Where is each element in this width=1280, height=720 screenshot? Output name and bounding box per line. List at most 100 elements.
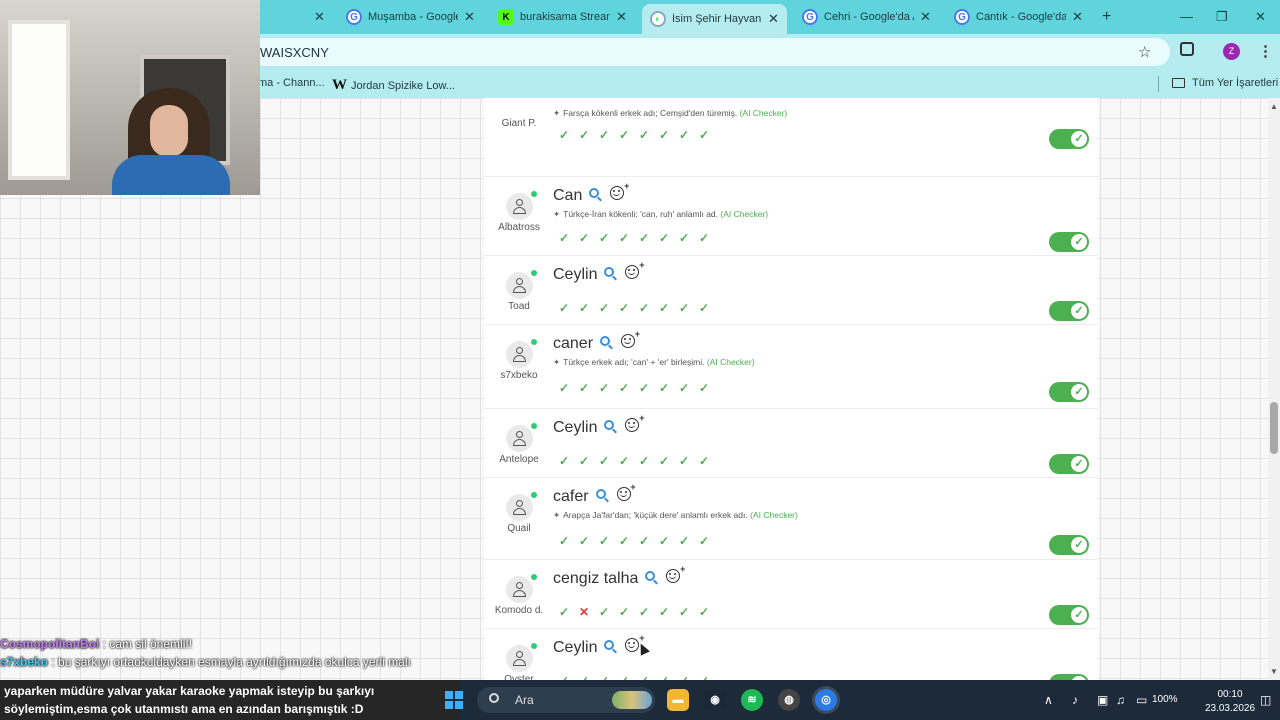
player-name: Giant P. <box>501 118 537 129</box>
add-reaction-icon[interactable]: + <box>616 482 636 501</box>
show-hidden-icons-icon[interactable]: ∧ <box>1044 693 1053 707</box>
tab-title: burakisama Stream - Kick <box>520 11 610 23</box>
ai-note-text: Arapça Ja'far'dan; 'küçük dere' anlamlı … <box>563 510 748 520</box>
answer-text: cafer <box>553 488 589 505</box>
add-reaction-icon[interactable]: + <box>621 329 640 348</box>
player-name: Antelope <box>499 454 539 465</box>
add-reaction-icon[interactable]: + <box>666 564 685 583</box>
battery-icon[interactable]: ▭ <box>1136 693 1147 707</box>
add-reaction-icon[interactable]: + <box>625 413 644 432</box>
scroll-up-icon[interactable]: ▲ <box>1270 102 1278 111</box>
browser-tab[interactable]: G Cehri - Google'da Ara ✕ <box>794 4 939 30</box>
vote-marks: ✓ ✓ ✓ ✓ ✓ ✓ ✓ ✓ <box>554 231 714 245</box>
search-icon[interactable] <box>589 188 600 198</box>
check-icon: ✓ <box>578 128 590 142</box>
close-icon[interactable]: ✕ <box>768 11 779 27</box>
search-icon[interactable] <box>604 640 615 650</box>
new-tab-button[interactable]: + <box>1102 8 1111 26</box>
maximize-button[interactable]: ❐ <box>1216 9 1228 25</box>
search-icon[interactable] <box>604 267 615 277</box>
file-explorer-icon[interactable]: ▬ <box>667 689 689 711</box>
close-icon[interactable]: ✕ <box>920 9 931 25</box>
webcam-overlay <box>0 0 260 195</box>
add-reaction-icon[interactable]: + <box>625 260 644 279</box>
browser-tab[interactable]: G Muşamba - Google'da Ara ✕ <box>338 4 483 30</box>
browser-tab[interactable]: G Cantık - Google'da Ara ✕ <box>946 4 1091 30</box>
check-icon: ✓ <box>678 605 690 619</box>
taskbar-search[interactable]: Ara <box>477 687 655 713</box>
answer-row: s7xbeko caner + ✦ Türkçe erkek adı; 'can' + … <box>484 325 1098 409</box>
check-icon: ✓ <box>678 454 690 468</box>
add-reaction-icon[interactable]: + <box>610 181 629 200</box>
player-name: Quail <box>507 523 531 534</box>
player-avatar <box>506 574 537 603</box>
close-icon[interactable]: ✕ <box>464 9 475 25</box>
browser-tab[interactable]: K burakisama Stream - Kick ✕ <box>490 4 635 30</box>
check-icon: ✓ <box>598 605 610 619</box>
chrome-icon[interactable]: ◎ <box>815 689 837 711</box>
scroll-down-icon[interactable]: ▼ <box>1270 667 1278 676</box>
all-bookmarks-button[interactable]: Tüm Yer İşaretleri <box>1172 77 1278 89</box>
close-icon[interactable]: ✕ <box>616 9 627 25</box>
close-icon[interactable]: ✕ <box>1072 9 1083 25</box>
online-status-dot <box>531 423 537 429</box>
clock[interactable]: 00:10 23.03.2026 <box>1200 688 1260 716</box>
google-icon: G <box>954 9 970 25</box>
check-icon: ✓ <box>698 454 710 468</box>
approve-toggle[interactable]: ✓ <box>1049 301 1089 321</box>
bookmark-item[interactable]: W Jordan Spizike Low... <box>332 77 455 94</box>
check-icon: ✓ <box>638 381 650 395</box>
address-bar[interactable]: WAISXCNY <box>250 38 1170 66</box>
search-icon[interactable] <box>604 420 615 430</box>
check-icon: ✓ <box>698 534 710 548</box>
search-icon[interactable] <box>645 571 656 581</box>
approve-toggle[interactable]: ✓ <box>1049 535 1089 555</box>
approve-toggle[interactable]: ✓ <box>1049 232 1089 252</box>
profile-avatar[interactable]: Z <box>1223 43 1240 60</box>
search-icon[interactable] <box>600 336 611 346</box>
battery-level: 100% <box>1152 694 1178 705</box>
notifications-icon[interactable]: ◫ <box>1260 693 1271 707</box>
w-icon: W <box>332 77 347 93</box>
volume-icon[interactable]: ♫ <box>1116 693 1125 707</box>
check-icon: ✓ <box>638 534 650 548</box>
bookmark-star-icon[interactable]: ☆ <box>1138 43 1151 61</box>
answer-text: Can <box>553 187 583 204</box>
vote-marks: ✓ ✓ ✓ ✓ ✓ ✓ ✓ ✓ <box>554 534 714 548</box>
extensions-icon[interactable] <box>1180 42 1194 56</box>
vote-marks: ✓ ✓ ✓ ✓ ✓ ✓ ✓ ✓ <box>554 128 714 142</box>
online-status-dot <box>531 492 537 498</box>
spotify-icon[interactable]: ≋ <box>741 689 763 711</box>
app-icon[interactable]: ◍ <box>778 689 800 711</box>
browser-tab-active[interactable]: ◐ İsim Şehir Hayvan oyunu ✕ <box>642 4 787 34</box>
minimize-button[interactable]: — <box>1180 9 1193 24</box>
approve-toggle[interactable]: ✓ <box>1049 129 1089 149</box>
microphone-icon[interactable]: ♪ <box>1072 693 1078 707</box>
check-icon: ✓ <box>1071 456 1087 472</box>
approve-toggle[interactable]: ✓ <box>1049 382 1089 402</box>
search-icon[interactable] <box>595 489 606 499</box>
approve-toggle[interactable]: ✓ <box>1049 605 1089 625</box>
steam-icon[interactable]: ◉ <box>704 689 726 711</box>
windows-start-icon[interactable] <box>445 691 463 709</box>
sparkle-icon: ✦ <box>553 108 561 118</box>
player-avatar <box>506 643 537 672</box>
chat-text: yaparken müdüre yalvar yakar karaoke yap… <box>4 684 375 698</box>
approve-toggle[interactable]: ✓ <box>1049 454 1089 474</box>
close-icon[interactable]: ✕ <box>314 9 325 25</box>
bookmark-item[interactable]: ma - Chann... <box>258 77 325 89</box>
answer-text: Ceylin <box>553 639 598 656</box>
check-icon: ✓ <box>558 454 570 468</box>
ai-note-text: Türkçe-İran kökenli; 'can, ruh' anlamlı … <box>563 209 719 219</box>
scrollbar-thumb[interactable] <box>1270 402 1278 454</box>
player-avatar <box>506 191 537 220</box>
google-icon: G <box>346 9 362 25</box>
close-window-button[interactable]: ✕ <box>1255 9 1266 25</box>
network-icon[interactable]: ▣ <box>1097 693 1108 707</box>
more-menu-icon[interactable]: ⋮ <box>1258 42 1273 60</box>
scrollbar[interactable]: ▲ ▼ <box>1268 98 1280 680</box>
check-icon: ✓ <box>678 534 690 548</box>
vote-marks: ✓ ✓ ✓ ✓ ✓ ✓ ✓ ✓ <box>554 381 714 395</box>
answer-word: cafer + <box>553 482 636 506</box>
check-icon: ✓ <box>1071 131 1087 147</box>
